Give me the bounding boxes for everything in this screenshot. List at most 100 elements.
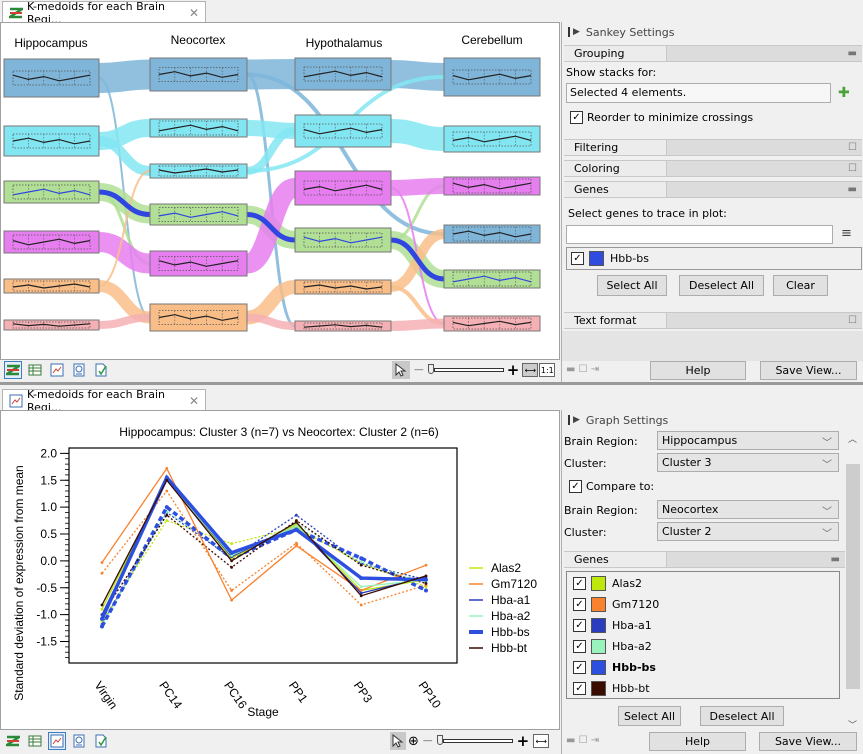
sankey-node[interactable] [149,163,248,179]
gene-list-item[interactable]: ✓ Hba-a2 [573,636,652,657]
color-swatch[interactable] [591,576,606,591]
zoom-out-button[interactable]: − [422,733,434,749]
checkbox[interactable]: ✓ [573,640,586,653]
close-icon[interactable]: ✕ [189,394,199,408]
sankey-node[interactable] [443,315,541,332]
save-view-button[interactable]: Save View... [760,361,857,380]
gene-list-item[interactable]: ✓ Hbb-bs [571,248,649,269]
compare-brain-region-select[interactable]: Neocortex ﹀ [657,500,839,519]
deselect-all-button[interactable]: Deselect All [700,706,784,726]
save-view-button[interactable]: Save View... [759,732,857,751]
deselect-all-button[interactable]: Deselect All [679,275,764,296]
one-to-one-button[interactable]: 1:1 [539,363,556,377]
checkbox[interactable]: ✓ [573,577,586,590]
collapse-icon[interactable]: ▬ [848,184,857,195]
fit-width-button[interactable]: ⟷ [533,734,550,748]
clear-button[interactable]: Clear [773,275,828,296]
collapse-icon[interactable]: ▬ [848,48,857,59]
zoom-in-button[interactable]: + [517,732,530,750]
color-swatch[interactable] [591,639,606,654]
collapse-all-icon[interactable]: ▬ ☐ ⇥ [566,735,599,746]
filter-options-icon[interactable]: ≡ [841,226,852,241]
checkbox[interactable]: ✓ [570,111,583,124]
zoom-tool-icon[interactable]: ⊕ [408,734,419,749]
sankey-node[interactable] [3,180,100,204]
select-mode-icon[interactable] [392,361,410,379]
color-swatch[interactable] [591,618,606,633]
table-view-icon[interactable] [26,361,44,379]
checkbox[interactable]: ✓ [573,682,586,695]
sankey-node[interactable] [294,320,392,332]
section-genes[interactable]: Genes ▬ [564,551,845,568]
bottom-view-tab[interactable]: K-medoids for each Brain Regi... ✕ [2,388,206,414]
collapse-icon[interactable]: ▬ [831,554,840,565]
color-swatch[interactable] [591,681,606,696]
folder-icon[interactable]: ☐ [848,163,857,174]
color-swatch[interactable] [591,660,606,675]
sankey-node[interactable] [443,125,541,153]
zoom-out-button[interactable]: − [413,362,425,378]
graph-view-icon[interactable] [48,361,66,379]
select-all-button[interactable]: Select All [618,706,681,726]
validation-icon[interactable] [92,732,110,750]
sankey-node[interactable] [294,227,392,253]
history-icon[interactable] [70,732,88,750]
sankey-node[interactable] [3,319,100,331]
section-grouping[interactable]: Grouping ▬ [564,45,862,62]
sankey-node[interactable] [294,279,392,295]
gene-list-item[interactable]: ✓ Gm7120 [573,594,659,615]
scroll-up-icon[interactable]: ︿ [848,432,857,445]
show-stacks-field[interactable]: Selected 4 elements. [566,83,831,103]
checkbox[interactable]: ✓ [573,598,586,611]
sankey-node[interactable] [149,250,248,277]
compare-to-checkbox[interactable]: ✓ Compare to: [569,480,654,493]
reorder-checkbox[interactable]: ✓ Reorder to minimize crossings [570,111,753,124]
sankey-node[interactable] [443,269,541,289]
scrollbar[interactable]: ︿ ﹀ [846,432,860,732]
sankey-node[interactable] [149,57,248,92]
zoom-slider-handle[interactable] [427,364,434,374]
gene-list-item[interactable]: ✓ Hbb-bt [573,678,650,699]
collapse-panel-icon[interactable]: ▶ [568,415,580,425]
sankey-node[interactable] [443,224,541,244]
checkbox[interactable]: ✓ [569,480,582,493]
help-button[interactable]: Help [649,732,746,751]
sankey-node[interactable] [443,57,541,97]
folder-icon[interactable]: ☐ [848,315,857,326]
view-splitter[interactable] [0,382,863,385]
top-view-tab[interactable]: K-medoids for each Brain Regi... ✕ [2,0,206,26]
cluster-select[interactable]: Cluster 3 ﹀ [657,453,839,472]
sankey-node[interactable] [443,176,541,196]
collapse-panel-icon[interactable]: ▶ [568,27,580,37]
zoom-in-button[interactable]: + [507,361,520,379]
select-all-button[interactable]: Select All [597,275,667,296]
checkbox[interactable]: ✓ [571,252,584,265]
scrollbar-thumb[interactable] [846,464,860,689]
color-swatch[interactable] [591,597,606,612]
sankey-node[interactable] [3,125,100,157]
zoom-slider-handle[interactable] [436,735,443,745]
sankey-settings-header[interactable]: ▶ Sankey Settings [562,22,863,42]
section-coloring[interactable]: Coloring ☐ [564,160,862,177]
sankey-node[interactable] [149,203,248,226]
sankey-node[interactable] [3,278,100,294]
gene-list-item[interactable]: ✓ Hbb-bs [573,657,656,678]
graph-view-icon[interactable] [48,732,66,750]
add-icon[interactable]: ✚ [838,85,850,101]
checkbox[interactable]: ✓ [573,619,586,632]
validation-icon[interactable] [92,361,110,379]
sankey-node[interactable] [294,114,392,148]
sankey-node[interactable] [294,57,392,91]
table-view-icon[interactable] [26,732,44,750]
sankey-node[interactable] [3,230,100,254]
color-swatch[interactable] [589,251,604,266]
sankey-node[interactable] [149,118,248,138]
sankey-view-icon[interactable] [4,361,22,379]
collapse-all-icon[interactable]: ▬ ☐ ⇥ [566,364,599,375]
select-mode-icon[interactable] [390,732,406,750]
fit-width-button[interactable]: ⟷ [522,363,539,377]
gene-list-item[interactable]: ✓ Alas2 [573,573,642,594]
sankey-node[interactable] [3,58,100,98]
scroll-down-icon[interactable]: ﹀ [848,718,857,731]
close-icon[interactable]: ✕ [189,6,199,20]
